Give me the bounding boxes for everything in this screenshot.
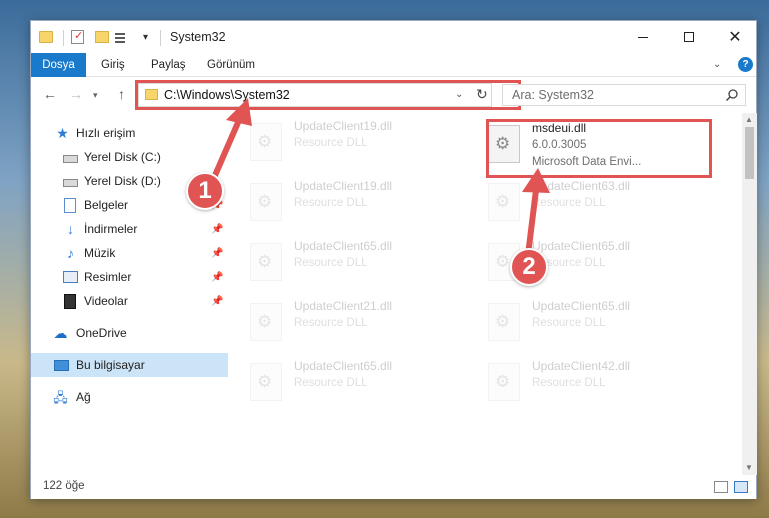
annotation-arrow-1 bbox=[210, 98, 550, 258]
step-badge-2: 2 bbox=[510, 248, 548, 286]
step-badge-1: 1 bbox=[186, 172, 224, 210]
